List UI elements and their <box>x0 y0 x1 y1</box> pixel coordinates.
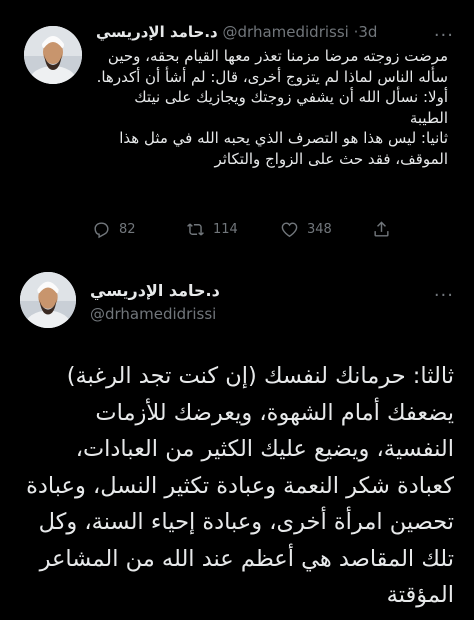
tweet-text: مرضت زوجته مرضا مزمنا تعذر معها القيام ب… <box>96 46 448 169</box>
retweet-count: 114 <box>213 222 238 237</box>
share-button[interactable] <box>372 220 399 239</box>
author-name[interactable]: د.حامد الإدريسي <box>90 280 220 302</box>
share-icon <box>374 221 389 237</box>
tweet-paragraph: مرضت زوجته مرضا مزمنا تعذر معها القيام ب… <box>96 47 448 86</box>
retweet-icon <box>187 223 204 236</box>
more-icon[interactable]: ··· <box>434 27 454 45</box>
timestamp[interactable]: 3d <box>358 23 377 41</box>
tweet-text: ثالثا: حرمانك لنفسك (إن كنت تجد الرغبة) … <box>26 363 454 608</box>
author-handle[interactable]: @drhamedidrissi <box>223 23 349 41</box>
tweet-paragraph: أولا: نسأل الله أن يشفي زوجتك ويجازيك عل… <box>134 88 448 127</box>
avatar[interactable] <box>20 272 76 328</box>
reply-icon <box>94 222 109 239</box>
avatar-image <box>20 272 76 328</box>
more-icon[interactable]: ··· <box>434 287 454 305</box>
retweet-button[interactable]: 114 <box>186 220 238 239</box>
tweet-1[interactable]: د.حامد الإدريسي @drhamedidrissi ·3d ··· … <box>0 0 474 262</box>
like-count: 348 <box>307 222 332 237</box>
reply-button[interactable]: 82 <box>92 220 136 239</box>
like-icon <box>281 222 298 238</box>
tweet-header: د.حامد الإدريسي @drhamedidrissi ·3d <box>96 22 422 42</box>
reply-count: 82 <box>119 222 136 237</box>
author-handle[interactable]: @drhamedidrissi <box>90 304 216 324</box>
tweet-paragraph: ثانيا: ليس هذا هو التصرف الذي يحبه الله … <box>119 129 448 168</box>
tweet-actions: 82 114 348 <box>92 220 392 242</box>
like-button[interactable]: 348 <box>280 220 332 239</box>
avatar[interactable] <box>24 26 82 84</box>
avatar-image <box>24 26 82 84</box>
author-name[interactable]: د.حامد الإدريسي <box>96 23 218 41</box>
